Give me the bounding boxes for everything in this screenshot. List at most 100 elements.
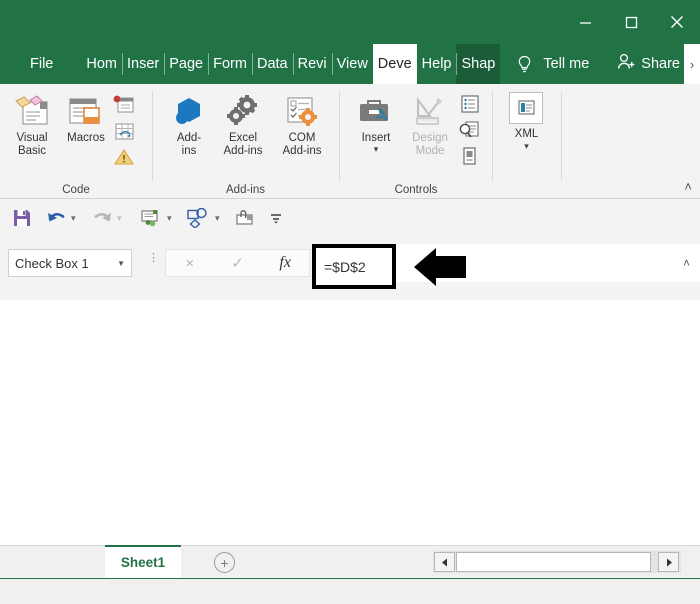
share-person-icon	[616, 52, 636, 76]
lightbulb-icon	[516, 55, 533, 74]
collapse-ribbon-button[interactable]: ˄	[684, 179, 692, 194]
macros-icon	[64, 92, 108, 132]
xml-chevron-down-icon[interactable]: ▾	[493, 142, 560, 151]
chevron-down-icon[interactable]: ▾	[374, 145, 379, 154]
tab-view[interactable]: View	[331, 44, 373, 84]
ribbon-group-addins-label: Add-ins	[226, 184, 265, 196]
share-label: Share	[641, 56, 680, 72]
attach-button[interactable]	[232, 206, 258, 230]
scroll-right-button[interactable]	[658, 552, 679, 572]
ribbon-tab-bar: File Hom Inser Page Form Data Revi View …	[0, 44, 700, 84]
macros-label: Macros	[67, 132, 105, 144]
design-mode-label-1: Design	[412, 132, 448, 144]
visual-basic-button[interactable]: Visual Basic	[4, 92, 60, 158]
share-button[interactable]: Share	[616, 44, 680, 84]
addins-button[interactable]: Add- ins	[161, 92, 217, 158]
formula-input[interactable]: =$D$2	[312, 244, 396, 289]
undo-dropdown-icon[interactable]: ▾	[71, 213, 76, 224]
minimize-button[interactable]	[562, 0, 608, 44]
scroll-left-button[interactable]	[434, 552, 455, 572]
ribbon-group-xml: XML ▾	[493, 84, 560, 199]
redo-button[interactable]	[90, 206, 114, 230]
shapes-dropdown-icon[interactable]: ▾	[215, 213, 220, 224]
ribbon-tabs: Hom Inser Page Form Data Revi View Deve …	[81, 44, 501, 84]
email-dropdown-icon[interactable]: ▾	[167, 213, 172, 224]
maximize-button[interactable]	[608, 0, 654, 44]
tab-file[interactable]: File	[16, 44, 67, 84]
design-mode-label-2: Mode	[415, 145, 445, 157]
save-button[interactable]	[10, 206, 34, 230]
properties-button[interactable]	[458, 93, 480, 115]
tab-insert[interactable]: Inser	[122, 44, 164, 84]
name-box-value: Check Box 1	[15, 255, 89, 271]
close-button[interactable]	[654, 0, 700, 44]
email-button[interactable]	[137, 206, 163, 230]
view-code-button[interactable]	[458, 119, 480, 141]
tab-data[interactable]: Data	[251, 44, 293, 84]
macro-security-button[interactable]	[113, 146, 135, 168]
title-bar	[0, 0, 700, 44]
visual-basic-icon	[10, 92, 54, 132]
run-dialog-button[interactable]	[458, 145, 480, 167]
tab-review[interactable]: Revi	[292, 44, 332, 84]
customize-qat-button[interactable]	[266, 206, 286, 230]
com-addins-icon	[280, 92, 324, 132]
quick-access-toolbar: ▾ ▾ ▾ ▾	[0, 199, 700, 237]
ribbon-group-controls-label: Controls	[394, 184, 438, 196]
worksheet-grid: A B C D E F G H 1 2 3 4 5 6 7 8 9	[0, 300, 700, 545]
tab-overflow-button[interactable]: ›	[684, 44, 700, 84]
visual-basic-label-1: Visual	[16, 132, 48, 144]
formula-bar-grip[interactable]: ⋮	[148, 253, 159, 264]
design-mode-button[interactable]: Design Mode	[402, 92, 458, 158]
record-macro-button[interactable]	[113, 94, 135, 116]
expand-formula-bar-button[interactable]: ˄	[683, 256, 690, 270]
tab-developer[interactable]: Deve	[372, 44, 417, 84]
sheet-tab-sheet1[interactable]: Sheet1	[105, 545, 181, 578]
ribbon-group-controls: Insert ▾ Design Mode Controls	[340, 84, 492, 199]
com-addins-button[interactable]: COM Add-ins	[274, 92, 330, 158]
insert-function-button[interactable]: fx	[261, 254, 309, 272]
group-separator-4	[561, 92, 562, 180]
excel-addins-gears-icon	[221, 92, 265, 132]
add-sheet-button[interactable]: +	[214, 552, 235, 573]
status-bar: Ready Accessibility: Good to go	[0, 578, 700, 604]
tab-shape-format[interactable]: Shap	[456, 44, 501, 84]
ribbon: Visual Basic Macros Code Add- ins Excel …	[0, 84, 700, 199]
com-addins-label-1: COM	[288, 132, 316, 144]
ribbon-group-code-label: Code	[62, 184, 90, 196]
xml-source-button[interactable]	[509, 92, 543, 124]
tell-me-button[interactable]: Tell me	[510, 44, 589, 84]
tab-home[interactable]: Hom	[81, 44, 122, 84]
design-mode-icon	[408, 92, 452, 132]
tab-page-layout[interactable]: Page	[164, 44, 208, 84]
enter-formula-button[interactable]: ✓	[214, 254, 262, 272]
name-box-dropdown-icon[interactable]: ▼	[117, 259, 125, 268]
tab-formulas[interactable]: Form	[208, 44, 252, 84]
formula-value: =$D$2	[324, 258, 366, 275]
use-relative-references-button[interactable]	[113, 120, 135, 142]
ribbon-group-addins: Add- ins Excel Add-ins COM Add-ins Add-i…	[153, 84, 338, 199]
visual-basic-label-2: Basic	[17, 145, 47, 157]
excel-window: File Hom Inser Page Form Data Revi View …	[0, 0, 700, 604]
excel-addins-button[interactable]: Excel Add-ins	[215, 92, 271, 158]
cancel-formula-button[interactable]: ×	[166, 255, 214, 272]
macros-button[interactable]: Macros	[58, 92, 114, 145]
addins-label-2: ins	[181, 145, 197, 157]
name-box[interactable]: Check Box 1 ▼	[8, 249, 132, 277]
formula-annotation-arrow	[412, 246, 468, 293]
horizontal-scroll-thumb[interactable]	[456, 552, 651, 572]
formula-buttons: × ✓ fx	[165, 249, 310, 277]
redo-dropdown-icon[interactable]: ▾	[117, 213, 122, 224]
undo-button[interactable]	[44, 206, 68, 230]
window-controls	[562, 0, 700, 44]
excel-addins-label-2: Add-ins	[223, 145, 263, 157]
addins-label-1: Add-	[176, 132, 202, 144]
addins-hexagon-icon	[167, 92, 211, 132]
ribbon-group-code: Visual Basic Macros Code	[0, 84, 152, 199]
tell-me-label: Tell me	[543, 56, 590, 72]
com-addins-label-2: Add-ins	[282, 145, 322, 157]
shapes-button[interactable]	[185, 206, 211, 230]
insert-control-button[interactable]: Insert ▾	[348, 92, 404, 154]
tab-help[interactable]: Help	[417, 44, 457, 84]
horizontal-scrollbar[interactable]	[433, 551, 681, 573]
